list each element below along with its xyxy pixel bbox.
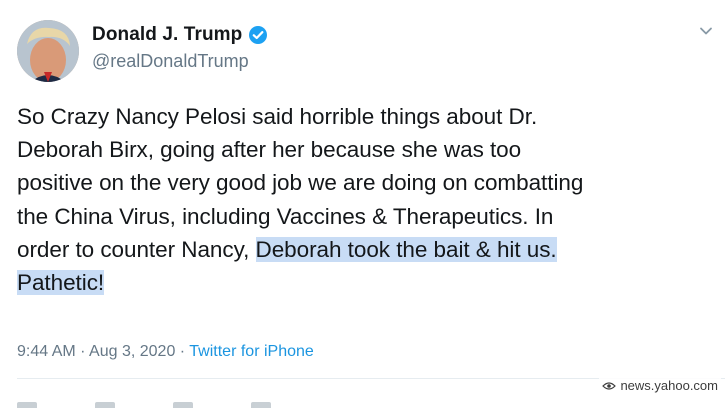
tweet-metadata: 9:44 AM · Aug 3, 2020 · Twitter for iPho…: [17, 343, 314, 361]
meta-separator: ·: [80, 343, 86, 360]
verified-badge-icon: [248, 25, 268, 45]
chevron-down-icon[interactable]: [697, 22, 715, 40]
watermark-text: news.yahoo.com: [620, 378, 718, 393]
source-watermark: news.yahoo.com: [599, 377, 721, 394]
avatar-image: [17, 20, 79, 82]
highlighted-text: Pathetic!: [17, 270, 105, 296]
reply-icon[interactable]: [17, 402, 37, 408]
eye-icon: [602, 381, 617, 390]
tweet-source-link[interactable]: Twitter for iPhone: [189, 343, 314, 360]
highlighted-text: Deborah took the bait & hit us.: [255, 236, 557, 262]
retweet-icon[interactable]: [95, 402, 115, 408]
action-bar: [17, 396, 725, 408]
author-handle[interactable]: @realDonaldTrump: [92, 51, 249, 72]
tweet-text-line: So Crazy Nancy Pelosi said horrible thin…: [17, 104, 538, 129]
meta-separator: ·: [179, 343, 186, 360]
share-icon[interactable]: [251, 402, 271, 408]
tweet-text-line: Pathetic!: [17, 266, 717, 299]
tweet-card: Donald J. Trump @realDonaldTrump So Craz…: [0, 0, 725, 408]
tweet-text-line: order to counter Nancy, Deborah took the…: [17, 233, 717, 266]
tweet-text-segment: order to counter Nancy,: [17, 236, 256, 262]
tweet-time[interactable]: 9:44 AM: [17, 343, 76, 360]
tweet-text: So Crazy Nancy Pelosi said horrible thin…: [17, 100, 717, 299]
tweet-date[interactable]: Aug 3, 2020: [89, 343, 175, 360]
author-row: Donald J. Trump: [92, 24, 268, 46]
like-icon[interactable]: [173, 402, 193, 408]
avatar[interactable]: [17, 20, 79, 82]
tweet-text-line: the China Virus, including Vaccines & Th…: [17, 203, 554, 229]
tweet-text-line: Deborah Birx, going after her because sh…: [17, 137, 522, 163]
author-display-name[interactable]: Donald J. Trump: [92, 24, 242, 46]
tweet-text-line: positive on the very good job we are doi…: [17, 170, 584, 196]
